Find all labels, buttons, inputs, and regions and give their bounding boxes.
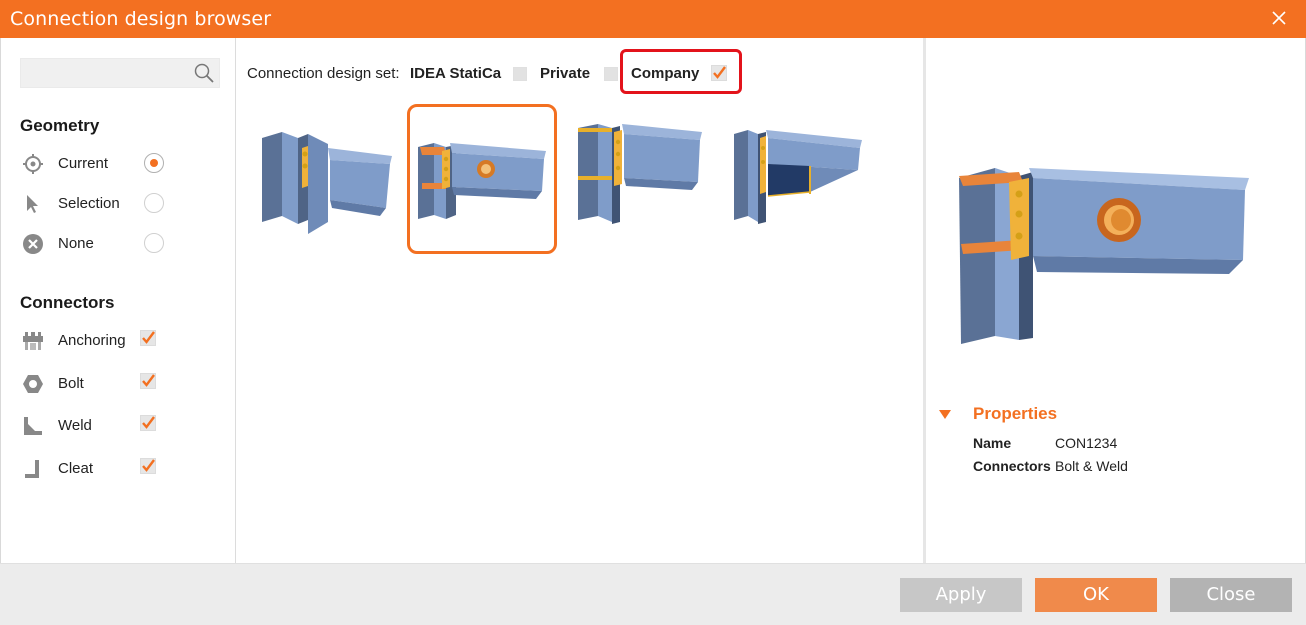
apply-button[interactable]: Apply bbox=[900, 578, 1022, 612]
property-key: Connectors bbox=[973, 458, 1051, 474]
geometry-option-current[interactable]: Current bbox=[22, 152, 212, 176]
design-thumbnail[interactable] bbox=[252, 104, 402, 254]
design-set-option-label: Private bbox=[540, 65, 591, 82]
connection-preview-image bbox=[959, 168, 1249, 344]
geometry-option-selection[interactable]: Selection bbox=[22, 192, 212, 216]
geometry-label: Current bbox=[58, 155, 109, 172]
company-highlight-box bbox=[620, 49, 742, 94]
design-thumbnail[interactable] bbox=[726, 104, 876, 254]
design-thumbnail[interactable] bbox=[568, 104, 718, 254]
geometry-label: Selection bbox=[58, 195, 120, 212]
design-thumbnail-selected[interactable] bbox=[407, 104, 557, 254]
geometry-label: None bbox=[58, 235, 94, 252]
checkbox-bolt[interactable] bbox=[140, 373, 156, 389]
radio-selection[interactable] bbox=[144, 193, 164, 213]
cleat-icon bbox=[25, 460, 39, 478]
cursor-arrow-icon bbox=[27, 195, 38, 213]
radio-none[interactable] bbox=[144, 233, 164, 253]
preview-panel: Properties Name CON1234 Connectors Bolt … bbox=[929, 38, 1306, 563]
connection-image bbox=[262, 132, 392, 234]
radio-current[interactable] bbox=[144, 153, 164, 173]
connector-label: Bolt bbox=[58, 375, 84, 392]
property-key: Name bbox=[973, 435, 1012, 451]
connector-option-cleat[interactable]: Cleat bbox=[22, 457, 212, 481]
checkbox-cleat[interactable] bbox=[140, 458, 156, 474]
design-set-label: Connection design set: bbox=[247, 65, 400, 82]
connection-image bbox=[734, 130, 862, 224]
connector-option-weld[interactable]: Weld bbox=[22, 414, 212, 438]
x-circle-icon bbox=[23, 234, 43, 254]
properties-header[interactable]: Properties bbox=[939, 404, 1139, 428]
connector-label: Weld bbox=[58, 417, 92, 434]
connector-label: Cleat bbox=[58, 460, 94, 477]
title-bar: Connection design browser bbox=[0, 0, 1306, 38]
connection-image bbox=[578, 124, 702, 224]
property-value: CON1234 bbox=[1055, 435, 1118, 451]
search-input[interactable] bbox=[20, 58, 220, 88]
close-icon[interactable] bbox=[1270, 9, 1288, 27]
checkbox-anchoring[interactable] bbox=[140, 330, 156, 346]
property-value: Bolt & Weld bbox=[1055, 458, 1128, 474]
properties-title: Properties bbox=[973, 404, 1058, 423]
connection-image bbox=[418, 143, 546, 219]
crosshair-icon bbox=[23, 154, 43, 174]
bolt-nut-icon bbox=[23, 375, 43, 393]
anchoring-icon bbox=[23, 332, 43, 350]
ok-button[interactable]: OK bbox=[1035, 578, 1157, 612]
connector-option-bolt[interactable]: Bolt bbox=[22, 372, 212, 396]
checkbox-weld[interactable] bbox=[140, 415, 156, 431]
weld-icon bbox=[24, 417, 42, 435]
connectors-title: Connectors bbox=[20, 293, 115, 312]
filter-panel: Geometry Current Selection None Connecto… bbox=[0, 38, 236, 563]
connector-label: Anchoring bbox=[58, 332, 126, 349]
window-title: Connection design browser bbox=[10, 8, 272, 30]
expand-triangle-icon[interactable] bbox=[939, 410, 951, 419]
geometry-option-none[interactable]: None bbox=[22, 232, 212, 256]
close-button[interactable]: Close bbox=[1170, 578, 1292, 612]
search-icon[interactable] bbox=[193, 62, 215, 84]
design-set-option-label: IDEA StatiCa bbox=[410, 65, 502, 82]
connector-option-anchoring[interactable]: Anchoring bbox=[22, 329, 212, 353]
dialog-footer: Apply OK Close bbox=[0, 563, 1306, 625]
checkbox-private[interactable] bbox=[604, 67, 618, 81]
checkbox-idea-statica[interactable] bbox=[513, 67, 527, 81]
geometry-title: Geometry bbox=[20, 116, 100, 135]
design-list-panel: Connection design set: IDEA StatiCa Priv… bbox=[236, 38, 926, 563]
